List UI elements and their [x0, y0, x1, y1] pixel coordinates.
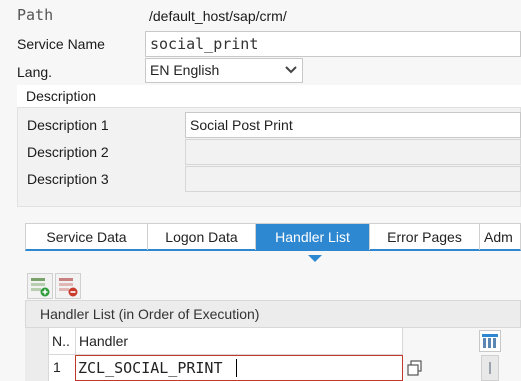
tab-handler-list[interactable]: Handler List: [256, 224, 370, 250]
tab-service-data[interactable]: Service Data: [26, 224, 148, 250]
description-1-value: Social Post Print: [190, 117, 293, 133]
description-1-field[interactable]: Social Post Print: [185, 112, 521, 138]
value-help-button[interactable]: [405, 358, 425, 378]
column-header-handler[interactable]: Handler: [76, 328, 403, 355]
description-3-label: Description 3: [27, 171, 109, 187]
description-3-field[interactable]: [185, 166, 521, 192]
handler-table-title: Handler List (in Order of Execution): [40, 306, 260, 322]
delete-row-button[interactable]: [55, 273, 81, 299]
vertical-scrollbar[interactable]: [481, 355, 499, 381]
table-row[interactable]: 1 ZCL_SOCIAL_PRINT: [49, 355, 403, 381]
delete-row-icon: [59, 278, 78, 297]
tab-error-pages[interactable]: Error Pages: [370, 224, 480, 250]
service-name-value: social_print: [150, 35, 259, 53]
description-title-bar: Description: [17, 85, 521, 108]
handler-value: ZCL_SOCIAL_PRINT: [78, 359, 223, 377]
active-tab-pointer: [308, 249, 322, 265]
handler-input[interactable]: ZCL_SOCIAL_PRINT: [75, 355, 403, 381]
insert-row-button[interactable]: [27, 273, 53, 299]
lang-select[interactable]: EN English: [145, 58, 303, 83]
path-value: /default_host/sap/crm/: [149, 8, 287, 24]
service-name-label: Service Name: [17, 36, 105, 52]
column-header-handler-label: Handler: [79, 333, 129, 349]
row-number: 1: [53, 359, 61, 375]
lang-value: EN English: [150, 62, 220, 78]
column-settings-button[interactable]: [479, 330, 501, 352]
column-header-no-label: N..: [52, 333, 70, 349]
lang-label: Lang.: [17, 64, 53, 80]
description-title: Description: [26, 88, 97, 104]
path-label: Path: [17, 6, 54, 24]
column-header-no[interactable]: N..: [49, 328, 76, 355]
description-2-field[interactable]: [185, 139, 521, 165]
tab-logon-data[interactable]: Logon Data: [148, 224, 256, 250]
table-settings-icon: [482, 334, 498, 348]
row-selector-column: [25, 328, 49, 381]
description-2-label: Description 2: [27, 144, 109, 160]
copy-icon: [407, 360, 422, 376]
tab-adm[interactable]: Adm: [480, 224, 521, 250]
handler-table-title-bar: Handler List (in Order of Execution): [25, 300, 521, 328]
chevron-down-icon[interactable]: [284, 63, 298, 80]
scrollbar-grip-icon: [489, 362, 491, 374]
tab-strip: Service Data Logon Data Handler List Err…: [25, 223, 521, 251]
description-1-label: Description 1: [27, 117, 109, 133]
text-cursor: [236, 359, 237, 377]
insert-row-icon: [31, 278, 50, 297]
service-name-field[interactable]: social_print: [145, 31, 521, 57]
